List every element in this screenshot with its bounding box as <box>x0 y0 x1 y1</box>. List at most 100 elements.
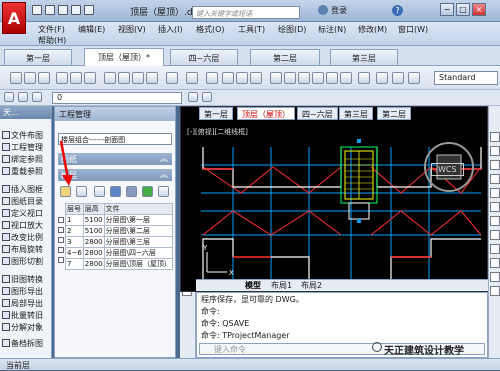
menu-view[interactable]: 视图(V) <box>118 24 146 35</box>
group-drawings[interactable]: 图纸 ︽ <box>58 153 172 165</box>
row-checkbox[interactable] <box>58 257 64 263</box>
login-link[interactable]: 登录 <box>331 5 347 16</box>
layout-tab-1[interactable]: 布局1 <box>268 280 295 291</box>
sun-icon[interactable] <box>32 92 42 102</box>
menu-partial-export[interactable]: 局部导出 <box>0 298 52 309</box>
new-file-icon[interactable] <box>32 5 42 15</box>
menu-help[interactable]: 帮助(H) <box>38 35 66 46</box>
frame-tool-icon[interactable] <box>76 186 87 197</box>
mirror-icon[interactable] <box>490 160 500 170</box>
trim-icon[interactable] <box>490 258 500 268</box>
list-tool-icon[interactable] <box>94 186 105 197</box>
dim-style-icon[interactable] <box>392 72 404 84</box>
open-file-icon[interactable] <box>45 5 55 15</box>
layer-manager-icon[interactable] <box>4 92 14 102</box>
layout-tab-model[interactable]: 模型 <box>242 280 264 291</box>
table-style-icon[interactable] <box>408 72 420 84</box>
text-style-icon[interactable] <box>376 72 388 84</box>
help-icon[interactable]: ? <box>392 5 403 16</box>
row-checkbox[interactable] <box>58 217 64 223</box>
restore-button[interactable]: □ <box>456 3 470 16</box>
layer-select[interactable]: 0 <box>52 92 182 104</box>
table-row[interactable]: 7 2800 分层图\顶层（屋顶） <box>65 258 174 270</box>
menu-batch-convert[interactable]: 批量转旧 <box>0 310 52 321</box>
redo-toolbar-icon[interactable] <box>186 72 198 84</box>
stretch-icon[interactable] <box>490 244 500 254</box>
close-button[interactable]: × <box>472 3 486 16</box>
elevation-icon[interactable] <box>110 186 121 197</box>
tool-palette-icon[interactable] <box>298 72 310 84</box>
doc-tab-fourth-sixth[interactable]: 四~六层 <box>170 49 238 65</box>
text-style-select[interactable]: Standard <box>434 71 498 85</box>
print-icon[interactable] <box>56 72 68 84</box>
zoom-realtime-icon[interactable] <box>222 72 234 84</box>
erase-icon[interactable] <box>490 132 500 142</box>
file-cell[interactable]: 分层图\顶层（屋顶） <box>103 258 174 270</box>
menu-graphic-cut[interactable]: 图形切割 <box>0 256 52 267</box>
table-tool-icon[interactable] <box>158 186 169 197</box>
redo-icon[interactable] <box>84 5 94 15</box>
menu-window[interactable]: 窗口(W) <box>398 24 428 35</box>
menu-old-convert[interactable]: 旧图转换 <box>0 274 52 285</box>
save-toolbar-icon[interactable] <box>38 72 50 84</box>
table-row[interactable]: 4~6 2800 分层图\四~六层 <box>65 247 174 259</box>
table-row[interactable]: 2 5100 分层图\第二层 <box>65 225 174 237</box>
floor-height-cell[interactable]: 2800 <box>82 258 105 270</box>
menu-graphic-export[interactable]: 图形导出 <box>0 286 52 297</box>
folder-open-icon[interactable] <box>60 186 71 197</box>
layout-tab-2[interactable]: 布局2 <box>298 280 325 291</box>
doc-tab-second-floor[interactable]: 第二层 <box>250 49 320 65</box>
open-icon[interactable] <box>24 72 36 84</box>
file-cell[interactable]: 分层图\四~六层 <box>103 247 174 259</box>
bulb-icon[interactable] <box>18 92 28 102</box>
menu-explode-object[interactable]: 分解对象 <box>0 322 52 333</box>
menu-archive-split[interactable]: 备档拆图 <box>0 338 52 349</box>
menu-define-viewport[interactable]: 定义视口 <box>0 208 52 219</box>
copy-object-icon[interactable] <box>490 146 500 156</box>
menu-drawing-index[interactable]: 图纸目录 <box>0 196 52 207</box>
file-cell[interactable]: 分层图\第三层 <box>103 236 174 248</box>
floor-no-cell[interactable]: 7 <box>65 258 84 270</box>
floor-no-cell[interactable]: 4~6 <box>65 247 84 259</box>
floor-height-cell[interactable]: 2800 <box>82 247 105 259</box>
menu-draw[interactable]: 绘图(D) <box>278 24 306 35</box>
floor-no-cell[interactable]: 2 <box>65 225 84 237</box>
undo-icon[interactable] <box>71 5 81 15</box>
menu-change-scale[interactable]: 改变比例 <box>0 232 52 243</box>
row-checkbox[interactable] <box>58 227 64 233</box>
array-icon[interactable] <box>490 188 500 198</box>
menu-project-manager[interactable]: 工程管理 <box>0 142 52 153</box>
menu-format[interactable]: 格式(O) <box>196 24 225 35</box>
menu-insert-frame[interactable]: 插入图框 <box>0 184 52 195</box>
offset-icon[interactable] <box>490 174 500 184</box>
floor-no-cell[interactable]: 1 <box>65 214 84 226</box>
calculator-icon[interactable] <box>340 72 352 84</box>
cut-icon[interactable] <box>104 72 116 84</box>
menu-bind-reference[interactable]: 绑定参照 <box>0 154 52 165</box>
app-logo[interactable]: A <box>2 2 26 34</box>
table-row[interactable]: 1 5100 分层图\第一层 <box>65 214 174 226</box>
doc-tab-third-floor[interactable]: 第三层 <box>330 49 398 65</box>
menu-edit[interactable]: 编辑(E) <box>78 24 105 35</box>
3d-model-icon[interactable] <box>142 186 153 197</box>
group-floors[interactable]: 楼层 ︽ <box>58 169 172 181</box>
drawing-canvas[interactable]: 第一层 顶层（屋顶） 四~六层 第三层 第二层 [-][俯视][二维线框] X … <box>180 106 488 292</box>
design-center-icon[interactable] <box>284 72 296 84</box>
sheet-set-icon[interactable] <box>312 72 324 84</box>
rotate-object-icon[interactable] <box>490 216 500 226</box>
copy-icon[interactable] <box>118 72 130 84</box>
zoom-previous-icon[interactable] <box>250 72 262 84</box>
project-combo[interactable]: 楼层组合------剖面图 <box>58 133 172 145</box>
zoom-window-icon[interactable] <box>236 72 248 84</box>
doc-tab-top-floor[interactable]: 顶层（屋顶）* <box>84 48 164 66</box>
menu-tools[interactable]: 工具(T) <box>238 24 265 35</box>
markup-icon[interactable] <box>326 72 338 84</box>
menu-dimension[interactable]: 标注(N) <box>318 24 346 35</box>
make-current-icon[interactable] <box>188 92 198 102</box>
menu-viewport-zoom[interactable]: 视口放大 <box>0 220 52 231</box>
move-icon[interactable] <box>490 202 500 212</box>
doc-tab-first-floor[interactable]: 第一层 <box>4 49 72 65</box>
file-cell[interactable]: 分层图\第一层 <box>103 214 174 226</box>
menu-modify[interactable]: 修改(M) <box>358 24 387 35</box>
save-icon[interactable] <box>58 5 68 15</box>
